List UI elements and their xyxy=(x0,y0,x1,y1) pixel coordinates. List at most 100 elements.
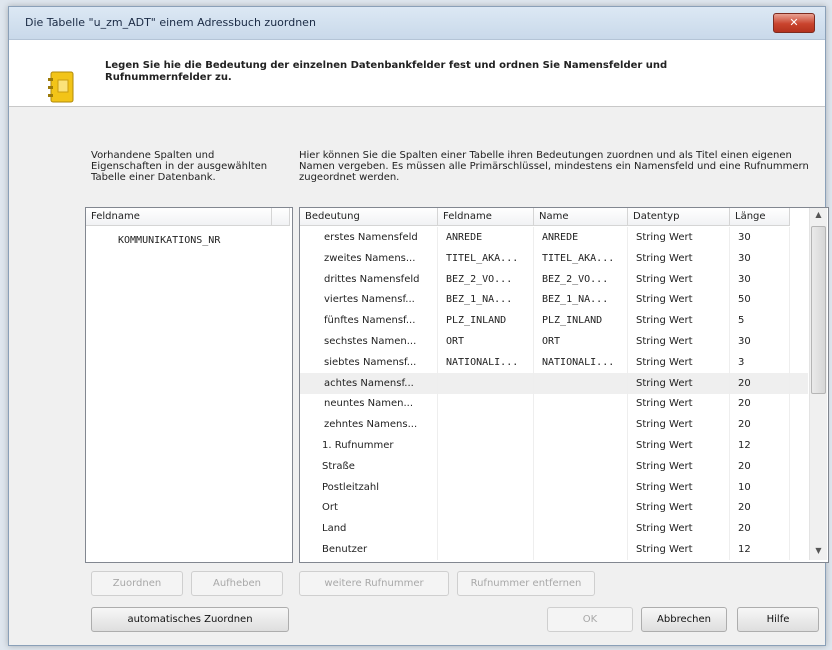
cell-bedeutung: Straße xyxy=(300,455,438,477)
cell-bedeutung: zehntes Namens... xyxy=(300,414,438,436)
table-row[interactable]: zweites Namens... TITEL_AKA... TITEL_AKA..… xyxy=(300,247,808,269)
cell-name: BEZ_1_NA... xyxy=(534,289,628,311)
cell-feldname: ORT xyxy=(438,331,534,352)
cell-name: TITEL_AKA... xyxy=(534,247,628,269)
ok-button[interactable]: OK xyxy=(547,607,633,632)
cell-name xyxy=(534,539,628,560)
cell-laenge: 30 xyxy=(730,247,790,269)
add-phone-button[interactable]: weitere Rufnummer xyxy=(299,571,449,596)
unassign-button[interactable]: Aufheben xyxy=(191,571,283,596)
cell-datentyp: String Wert xyxy=(628,455,730,477)
header-banner: Legen Sie hie die Bedeutung der einzelne… xyxy=(9,40,825,107)
cell-bedeutung: viertes Namensf... xyxy=(300,289,438,311)
table-row[interactable]: Benutzer String Wert 12 xyxy=(300,539,808,560)
cell-datentyp: String Wert xyxy=(628,268,730,290)
cell-feldname: NATIONALI... xyxy=(438,351,534,373)
cell-laenge: 20 xyxy=(730,455,790,477)
cell-name xyxy=(534,393,628,415)
cell-feldname: TITEL_AKA... xyxy=(438,247,534,269)
cell-name: PLZ_INLAND xyxy=(534,310,628,332)
cell-bedeutung: fünftes Namensf... xyxy=(300,310,438,332)
cell-feldname xyxy=(438,476,534,498)
table-row[interactable]: erstes Namensfeld ANREDE ANREDE String Wert… xyxy=(300,227,808,248)
table-row[interactable]: viertes Namensf... BEZ_1_NA... BEZ_1_NA...… xyxy=(300,289,808,311)
cell-laenge: 20 xyxy=(730,393,790,415)
vertical-scrollbar[interactable]: ▲ ▼ xyxy=(809,208,827,560)
address-book-icon xyxy=(48,71,74,103)
close-button[interactable]: ✕ xyxy=(773,13,815,33)
table-row[interactable]: 1. Rufnummer String Wert 12 xyxy=(300,435,808,456)
cell-name: BEZ_2_VO... xyxy=(534,268,628,290)
table-row[interactable]: sechstes Namen... ORT ORT String Wert 30 xyxy=(300,331,808,352)
cancel-button[interactable]: Abbrechen xyxy=(641,607,727,632)
column-header-bedeutung[interactable]: Bedeutung xyxy=(300,208,438,226)
cell-name xyxy=(534,455,628,477)
scroll-down-icon[interactable]: ▼ xyxy=(810,546,827,555)
cell-feldname xyxy=(438,372,534,394)
right-description: Hier können Sie die Spalten einer Tabell… xyxy=(299,150,809,183)
cell-feldname xyxy=(438,518,534,540)
table-row[interactable]: Postleitzahl String Wert 10 xyxy=(300,476,808,498)
cell-laenge: 20 xyxy=(730,518,790,540)
cell-datentyp: String Wert xyxy=(628,331,730,352)
remove-phone-button[interactable]: Rufnummer entfernen xyxy=(457,571,595,596)
cell-bedeutung: drittes Namensfeld xyxy=(300,268,438,290)
window-title: Die Tabelle "u_zm_ADT" einem Adressbuch … xyxy=(25,16,316,29)
title-bar[interactable]: Die Tabelle "u_zm_ADT" einem Adressbuch … xyxy=(9,7,825,40)
cell-name xyxy=(534,497,628,519)
cell-datentyp: String Wert xyxy=(628,539,730,560)
table-row[interactable]: siebtes Namensf... NATIONALI... NATIONALI.… xyxy=(300,351,808,373)
cell-bedeutung: erstes Namensfeld xyxy=(300,227,438,248)
cell-name: NATIONALI... xyxy=(534,351,628,373)
cell-datentyp: String Wert xyxy=(628,351,730,373)
cell-datentyp: String Wert xyxy=(628,518,730,540)
cell-bedeutung: neuntes Namen... xyxy=(300,393,438,415)
cell-name xyxy=(534,476,628,498)
table-row[interactable]: Ort String Wert 20 xyxy=(300,497,808,519)
table-row[interactable]: neuntes Namen... String Wert 20 xyxy=(300,393,808,415)
cell-bedeutung: 1. Rufnummer xyxy=(300,435,438,456)
scroll-up-icon[interactable]: ▲ xyxy=(810,210,827,219)
cell-feldname xyxy=(438,435,534,456)
available-fields-list[interactable]: Feldname KOMMUNIKATIONS_NR xyxy=(85,207,293,563)
cell-datentyp: String Wert xyxy=(628,227,730,248)
auto-assign-button[interactable]: automatisches Zuordnen xyxy=(91,607,289,632)
help-button[interactable]: Hilfe xyxy=(737,607,819,632)
column-header-datentyp[interactable]: Datentyp xyxy=(628,208,730,226)
cell-bedeutung: Ort xyxy=(300,497,438,519)
cell-datentyp: String Wert xyxy=(628,310,730,332)
cell-datentyp: String Wert xyxy=(628,435,730,456)
cell-datentyp: String Wert xyxy=(628,289,730,311)
cell-bedeutung: Benutzer xyxy=(300,539,438,560)
cell-datentyp: String Wert xyxy=(628,497,730,519)
table-row[interactable]: zehntes Namens... String Wert 20 xyxy=(300,414,808,436)
cell-bedeutung: Land xyxy=(300,518,438,540)
cell-bedeutung: achtes Namensf... xyxy=(300,372,438,394)
cell-laenge: 30 xyxy=(730,227,790,248)
column-header-name[interactable]: Name xyxy=(534,208,628,226)
cell-feldname: BEZ_2_VO... xyxy=(438,268,534,290)
cell-bedeutung: siebtes Namensf... xyxy=(300,351,438,373)
cell-feldname xyxy=(438,455,534,477)
column-header-feldname[interactable]: Feldname xyxy=(438,208,534,226)
cell-laenge: 20 xyxy=(730,497,790,519)
table-row[interactable]: achtes Namensf... String Wert 20 xyxy=(300,372,808,394)
table-row[interactable]: fünftes Namensf... PLZ_INLAND PLZ_INLAND St… xyxy=(300,310,808,332)
table-row[interactable]: drittes Namensfeld BEZ_2_VO... BEZ_2_VO...… xyxy=(300,268,808,290)
column-header-feldname[interactable]: Feldname xyxy=(86,208,272,226)
cell-datentyp: String Wert xyxy=(628,247,730,269)
scrollbar-thumb[interactable] xyxy=(811,226,826,394)
cell-name xyxy=(534,372,628,394)
cell-laenge: 20 xyxy=(730,414,790,436)
mapping-grid[interactable]: Bedeutung Feldname Name Datentyp Länge erste… xyxy=(299,207,829,563)
assign-button[interactable]: Zuordnen xyxy=(91,571,183,596)
cell-feldname: PLZ_INLAND xyxy=(438,310,534,332)
close-icon: ✕ xyxy=(789,16,799,29)
cell-laenge: 12 xyxy=(730,435,790,456)
table-row[interactable]: Straße String Wert 20 xyxy=(300,455,808,477)
cell-datentyp: String Wert xyxy=(628,393,730,415)
column-header-laenge[interactable]: Länge xyxy=(730,208,790,226)
list-item[interactable]: KOMMUNIKATIONS_NR xyxy=(118,230,288,251)
table-row[interactable]: Land String Wert 20 xyxy=(300,518,808,540)
cell-bedeutung: zweites Namens... xyxy=(300,247,438,269)
